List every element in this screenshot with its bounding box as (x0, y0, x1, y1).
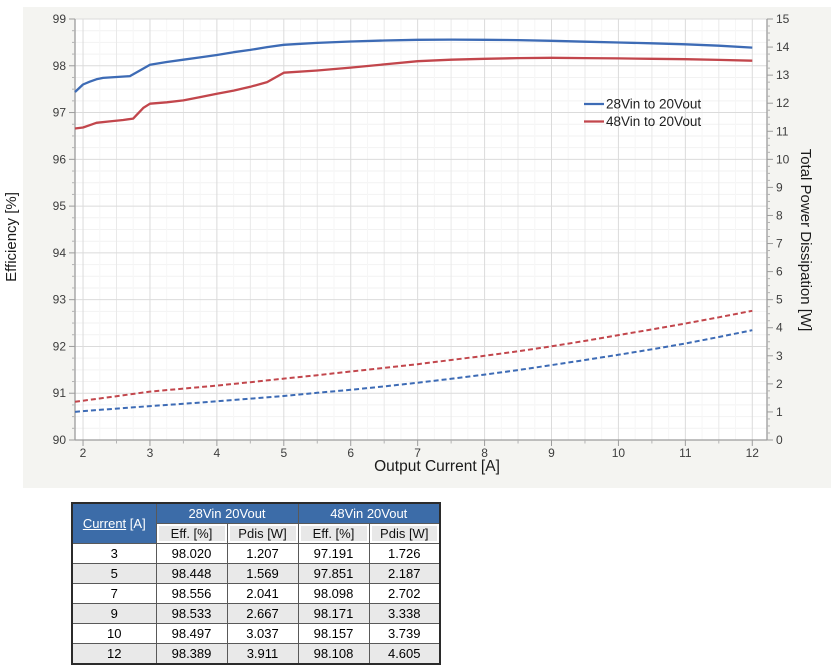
cell-eff48: 97.851 (298, 564, 369, 584)
cell-eff48: 98.098 (298, 584, 369, 604)
y-right-tick-label: 8 (776, 208, 783, 222)
y-right-tick-label: 7 (776, 237, 783, 251)
x-tick-label: 6 (347, 446, 354, 460)
y-right-tick-label: 15 (776, 12, 790, 26)
results-table: Current [A] 28Vin 20Vout 48Vin 20Vout Ef… (71, 502, 441, 665)
cell-eff28: 98.556 (156, 584, 227, 604)
y-right-tick-label: 4 (776, 321, 783, 335)
x-tick-label: 9 (548, 446, 555, 460)
x-tick-label: 12 (746, 446, 760, 460)
table-row: 9 98.533 2.667 98.171 3.338 (72, 604, 440, 624)
cell-eff48: 98.171 (298, 604, 369, 624)
cell-pdis28: 2.667 (227, 604, 298, 624)
page: { "chart_data": { "type": "line", "title… (0, 0, 831, 670)
y-right-tick-label: 1 (776, 405, 783, 419)
y-right-tick-label: 2 (776, 377, 783, 391)
cell-current: 3 (72, 544, 156, 564)
table-row: 12 98.389 3.911 98.108 4.605 (72, 644, 440, 665)
cell-eff28: 98.020 (156, 544, 227, 564)
y-left-tick-label: 97 (53, 106, 67, 120)
cell-eff48: 98.157 (298, 624, 369, 644)
cell-pdis28: 1.569 (227, 564, 298, 584)
y-left-tick-label: 94 (53, 246, 67, 260)
cell-pdis48: 4.605 (369, 644, 440, 665)
cell-eff28: 98.448 (156, 564, 227, 584)
legend-item-label: 48Vin to 20Vout (606, 114, 701, 129)
x-tick-label: 3 (147, 446, 154, 460)
cell-pdis28: 2.041 (227, 584, 298, 604)
cell-eff28: 98.497 (156, 624, 227, 644)
subheader-pdis-28: Pdis [W] (227, 524, 298, 544)
header-group-28vin: 28Vin 20Vout (156, 503, 298, 524)
cell-pdis28: 3.037 (227, 624, 298, 644)
cell-pdis28: 3.911 (227, 644, 298, 665)
subheader-pdis-48: Pdis [W] (369, 524, 440, 544)
y-right-tick-label: 9 (776, 180, 783, 194)
y-right-tick-label: 14 (776, 40, 790, 54)
y-left-tick-label: 96 (53, 152, 67, 166)
y-right-tick-label: 12 (776, 96, 790, 110)
y-left-tick-label: 93 (53, 293, 67, 307)
header-current-unit: [A] (126, 516, 146, 531)
cell-pdis48: 3.739 (369, 624, 440, 644)
x-tick-label: 4 (214, 446, 221, 460)
y-right-axis-title: Total Power Dissipation [W] (797, 149, 814, 332)
y-right-tick-label: 6 (776, 265, 783, 279)
header-current: Current [A] (72, 503, 156, 544)
cell-pdis48: 1.726 (369, 544, 440, 564)
y-right-tick-label: 0 (776, 433, 783, 447)
cell-eff48: 98.108 (298, 644, 369, 665)
cell-current: 9 (72, 604, 156, 624)
header-group-48vin: 48Vin 20Vout (298, 503, 440, 524)
table-row: 7 98.556 2.041 98.098 2.702 (72, 584, 440, 604)
y-right-tick-label: 10 (776, 152, 790, 166)
y-left-tick-label: 91 (53, 386, 67, 400)
cell-eff28: 98.533 (156, 604, 227, 624)
cell-current: 5 (72, 564, 156, 584)
x-tick-label: 2 (80, 446, 87, 460)
cell-pdis48: 2.702 (369, 584, 440, 604)
y-left-axis-title: Efficiency [%] (3, 192, 20, 282)
cell-eff28: 98.389 (156, 644, 227, 665)
cell-eff48: 97.191 (298, 544, 369, 564)
cell-current: 10 (72, 624, 156, 644)
chart-canvas: 9091929394959697989901234567891011121314… (0, 0, 831, 490)
table-row: 3 98.020 1.207 97.191 1.726 (72, 544, 440, 564)
table-row: 5 98.448 1.569 97.851 2.187 (72, 564, 440, 584)
cell-pdis28: 1.207 (227, 544, 298, 564)
subheader-eff-48: Eff. [%] (298, 524, 369, 544)
efficiency-chart: 9091929394959697989901234567891011121314… (0, 0, 831, 490)
results-table-wrap: Current [A] 28Vin 20Vout 48Vin 20Vout Ef… (71, 502, 441, 665)
cell-current: 7 (72, 584, 156, 604)
y-right-tick-label: 5 (776, 293, 783, 307)
x-tick-label: 10 (612, 446, 626, 460)
y-left-tick-label: 92 (53, 339, 67, 353)
y-right-tick-label: 11 (776, 124, 789, 138)
cell-pdis48: 3.338 (369, 604, 440, 624)
y-left-tick-label: 90 (53, 433, 67, 447)
x-axis-title: Output Current [A] (374, 458, 500, 475)
y-left-tick-label: 98 (53, 59, 67, 73)
cell-current: 12 (72, 644, 156, 665)
x-tick-label: 11 (679, 446, 692, 460)
y-left-tick-label: 99 (53, 12, 67, 26)
y-right-tick-label: 3 (776, 349, 783, 363)
legend-item-label: 28Vin to 20Vout (606, 97, 701, 112)
header-current-word: Current (83, 516, 126, 531)
y-right-tick-label: 13 (776, 68, 790, 82)
cell-pdis48: 2.187 (369, 564, 440, 584)
subheader-eff-28: Eff. [%] (156, 524, 227, 544)
table-row: 10 98.497 3.037 98.157 3.739 (72, 624, 440, 644)
x-tick-label: 5 (280, 446, 287, 460)
y-left-tick-label: 95 (53, 199, 67, 213)
